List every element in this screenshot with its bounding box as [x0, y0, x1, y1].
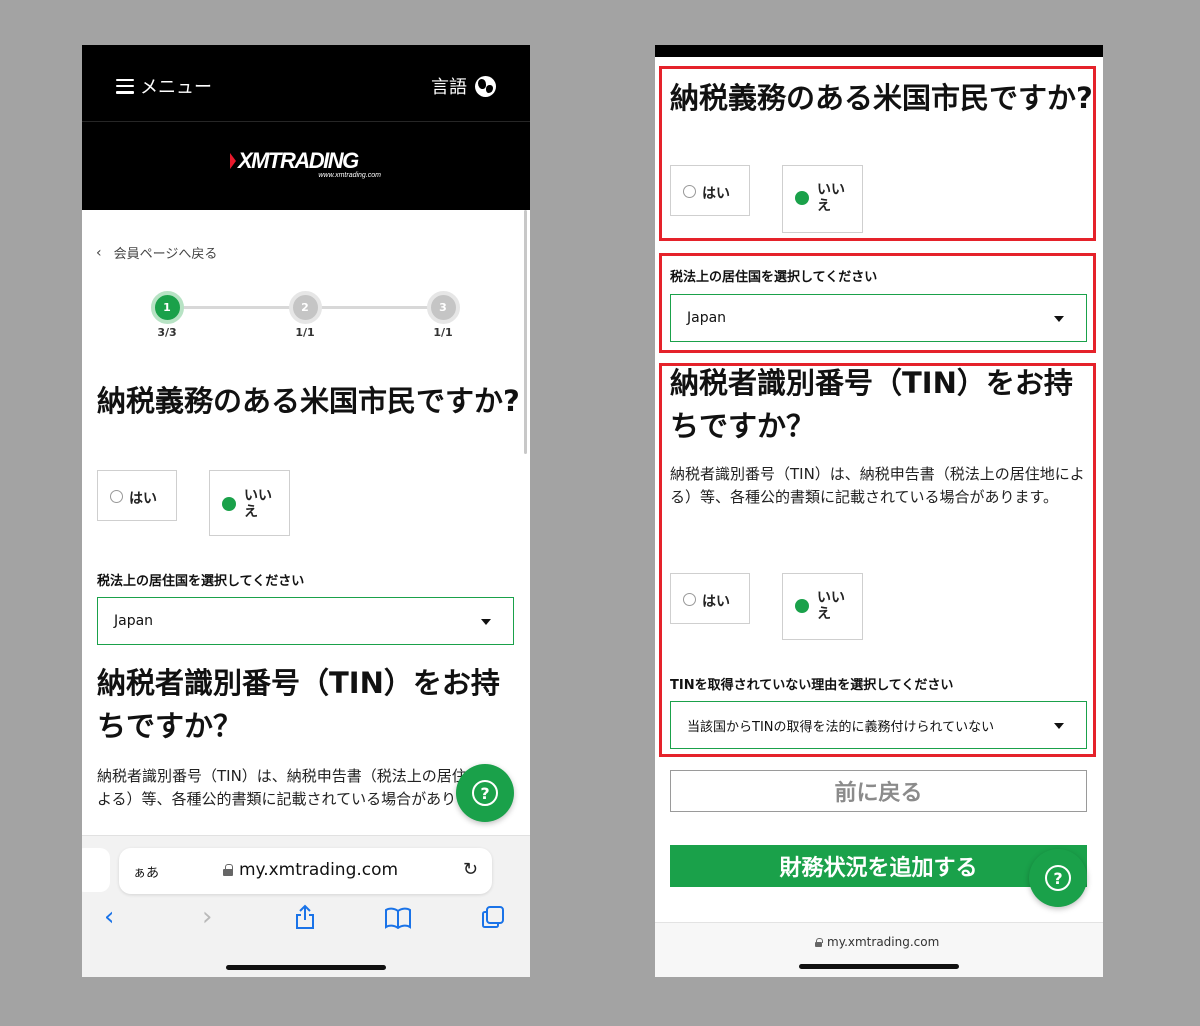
reload-icon[interactable]: ↻: [463, 859, 478, 880]
tin-reason-label: TINを取得されていない理由を選択してください: [670, 678, 954, 693]
step-1-count: 3/3: [157, 326, 177, 339]
menu-label: メニュー: [140, 77, 212, 98]
radio-unchecked-icon: [683, 185, 696, 198]
address-url: my.xmtrading.com: [815, 935, 939, 949]
home-indicator[interactable]: [226, 965, 386, 970]
browser-url-bar[interactable]: my.xmtrading.com: [655, 922, 1103, 977]
share-icon[interactable]: [293, 904, 317, 937]
option-label: はい: [702, 186, 730, 202]
scrollbar[interactable]: [524, 210, 527, 454]
dropdown-caret-icon: [481, 619, 491, 625]
tin-yes-option[interactable]: はい: [670, 573, 750, 624]
address-url: my.xmtrading.com: [223, 860, 398, 880]
top-nav-bar: メニュー 言語: [82, 45, 530, 121]
tabs-icon[interactable]: [480, 905, 506, 936]
radio-checked-icon: [222, 497, 236, 511]
lock-icon: [223, 864, 233, 876]
step-3: 3 1/1: [426, 291, 460, 339]
step-2-dot: 2: [288, 291, 322, 324]
forward-arrow-icon[interactable]: ›: [202, 902, 212, 932]
tin-description: 納税者識別番号（TIN）は、納税申告書（税法上の居住地による）等、各種公的書類に…: [670, 465, 1085, 507]
left-phone-screen: メニュー 言語 XMTRADING www.xmtrading.com ‹ 会員…: [82, 45, 530, 977]
add-financial-status-button[interactable]: 財務状況を追加する: [670, 845, 1087, 887]
tin-description: 納税者識別番号（TIN）は、納税申告書（税法上の居住地による）等、各種公的書類に…: [97, 767, 500, 809]
us-citizen-question: 納税義務のある米国市民ですか?: [670, 81, 1093, 115]
tax-residence-label: 税法上の居住国を選択してください: [670, 270, 878, 285]
globe-icon: [475, 75, 496, 97]
dropdown-caret-icon: [1054, 316, 1064, 322]
radio-unchecked-icon: [110, 490, 123, 503]
step-1-dot: 1: [150, 291, 184, 324]
hamburger-icon: [116, 78, 134, 94]
language-label: 言語: [431, 77, 467, 98]
address-bar[interactable]: ぁあ my.xmtrading.com ↻: [119, 848, 492, 894]
us-citizen-yes-option[interactable]: はい: [97, 470, 177, 521]
tax-residence-select[interactable]: Japan: [670, 294, 1087, 342]
tax-residence-select[interactable]: Japan: [97, 597, 514, 645]
us-citizen-no-option[interactable]: いいえ: [782, 165, 863, 233]
language-button[interactable]: 言語: [431, 73, 496, 99]
option-label: いいえ: [244, 488, 272, 521]
text-size-button[interactable]: ぁあ: [133, 862, 159, 881]
help-button[interactable]: ?: [1029, 849, 1087, 907]
top-strip: [655, 45, 1103, 57]
option-label: はい: [702, 594, 730, 610]
help-button[interactable]: ?: [456, 764, 514, 822]
back-arrow-icon[interactable]: ‹: [104, 902, 114, 932]
bookmarks-icon[interactable]: [384, 906, 412, 936]
logo-mark-icon: [230, 153, 236, 169]
tax-residence-label: 税法上の居住国を選択してください: [97, 574, 305, 589]
back-to-member-page-link[interactable]: ‹ 会員ページへ戻る: [96, 243, 218, 263]
option-label: いいえ: [817, 182, 845, 215]
menu-button[interactable]: メニュー: [116, 73, 212, 99]
radio-checked-icon: [795, 599, 809, 613]
step-3-dot: 3: [426, 291, 460, 324]
tin-no-option[interactable]: いいえ: [782, 573, 863, 640]
xmtrading-logo[interactable]: XMTRADING www.xmtrading.com: [230, 148, 390, 179]
browser-bottom-bar: ぁあ my.xmtrading.com ↻ ‹ ›: [82, 835, 530, 977]
radio-checked-icon: [795, 191, 809, 205]
step-2: 2 1/1: [288, 291, 322, 339]
us-citizen-question: 納税義務のある米国市民ですか?: [97, 384, 520, 418]
step-3-count: 1/1: [433, 326, 453, 339]
progress-stepper: 1 3/3 2 1/1 3 1/1: [150, 291, 460, 341]
us-citizen-yes-option[interactable]: はい: [670, 165, 750, 216]
dropdown-caret-icon: [1054, 723, 1064, 729]
browser-toolbar: ‹ ›: [82, 902, 530, 938]
previous-tab-peek[interactable]: [82, 848, 110, 892]
us-citizen-no-option[interactable]: いいえ: [209, 470, 290, 536]
tin-reason-select[interactable]: 当該国からTINの取得を法的に義務付けられていない: [670, 701, 1087, 749]
back-button[interactable]: 前に戻る: [670, 770, 1087, 812]
tin-question: 納税者識別番号（TIN）をお持ちですか？: [97, 666, 500, 743]
help-icon: ?: [1045, 865, 1071, 891]
url-label: my.xmtrading.com: [827, 935, 940, 949]
tin-question: 納税者識別番号（TIN）をお持ちですか？: [670, 366, 1073, 443]
lock-icon: [815, 937, 823, 947]
tin-reason-value: 当該国からTINの取得を法的に義務付けられていない: [687, 719, 995, 735]
home-indicator[interactable]: [799, 964, 959, 969]
step-1: 1 3/3: [150, 291, 184, 339]
back-link-label: 会員ページへ戻る: [113, 247, 218, 262]
step-2-count: 1/1: [295, 326, 315, 339]
right-phone-screen: 納税義務のある米国市民ですか? はい いいえ 税法上の居住国を選択してください …: [655, 45, 1103, 977]
help-icon: ?: [472, 780, 498, 806]
url-label: my.xmtrading.com: [239, 860, 399, 880]
radio-unchecked-icon: [683, 593, 696, 606]
option-label: はい: [129, 491, 157, 507]
tax-residence-value: Japan: [687, 310, 727, 326]
option-label: いいえ: [817, 590, 845, 623]
logo-band: XMTRADING www.xmtrading.com: [82, 121, 530, 210]
chevron-left-icon: ‹: [96, 244, 102, 261]
logo-brand: XMTRADING: [238, 148, 359, 173]
tax-residence-value: Japan: [114, 613, 154, 629]
